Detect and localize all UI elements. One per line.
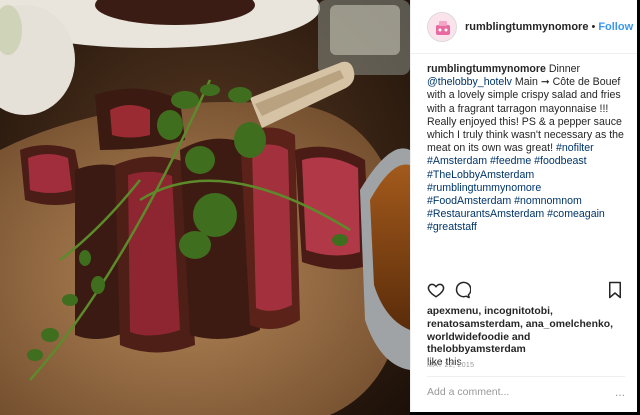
- header-separator: •: [591, 20, 596, 33]
- post-date[interactable]: MAY 22, 2015: [427, 362, 474, 369]
- speech-bubble-icon[interactable]: [453, 281, 472, 304]
- more-options-button[interactable]: ...: [615, 385, 625, 399]
- post-actions-bar: [427, 281, 623, 303]
- profile-avatar-icon[interactable]: [427, 11, 457, 42]
- instagram-post-frame: rumblingtummynomore • Follow rumblingtummy…: [0, 0, 640, 415]
- post-side-panel: rumblingtummynomore • Follow rumblingtummy…: [410, 0, 637, 412]
- post-caption: rumblingtummynomore Dinner @thelobby_hot…: [411, 54, 637, 280]
- heart-icon[interactable]: [427, 281, 445, 304]
- post-header-text: rumblingtummynomore • Follow: [465, 21, 633, 33]
- likes-summary: apexmenu, incognitotobi, renatosamsterda…: [427, 306, 629, 370]
- caption-hashtags[interactable]: #nofilter #Amsterdam #feedme #foodbeast …: [427, 142, 605, 233]
- post-header: rumblingtummynomore • Follow: [411, 0, 637, 54]
- caption-text-intro: Dinner: [545, 63, 581, 75]
- comment-box: ...: [427, 376, 625, 406]
- caption-username-link[interactable]: rumblingtummynomore: [427, 63, 546, 75]
- comment-input[interactable]: [427, 385, 625, 398]
- likes-names[interactable]: apexmenu, incognitotobi, renatosamsterda…: [427, 306, 613, 355]
- bookmark-icon[interactable]: [607, 281, 623, 304]
- post-photo: [0, 0, 410, 415]
- follow-button[interactable]: Follow: [598, 21, 633, 33]
- caption-mention-link[interactable]: @thelobby_hotelv: [427, 76, 512, 88]
- header-username-link[interactable]: rumblingtummynomore: [465, 21, 588, 33]
